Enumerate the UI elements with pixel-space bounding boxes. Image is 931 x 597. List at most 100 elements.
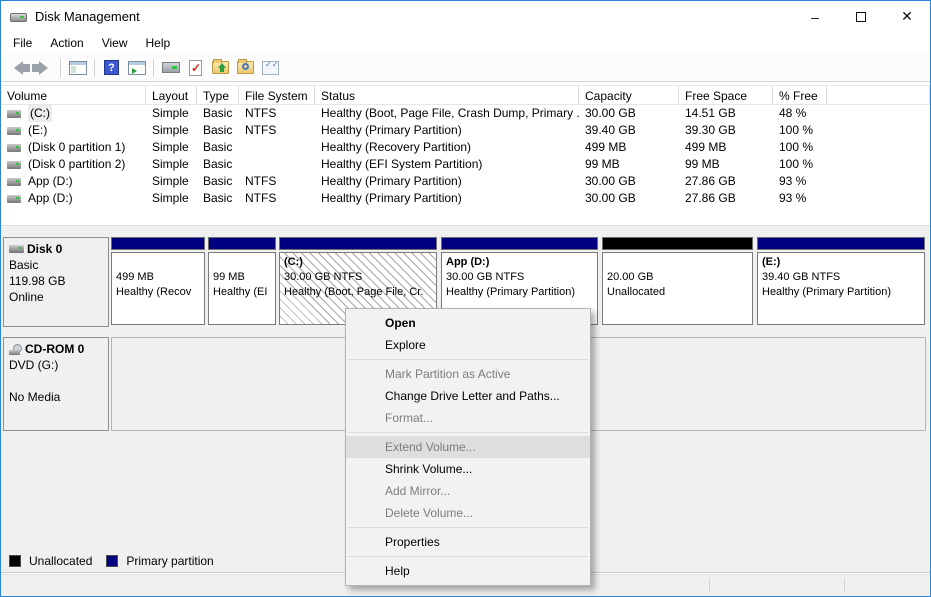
checklist-button[interactable]: ✓✓ — [258, 56, 283, 79]
disk-management-window: Disk Management – ✕ File Action View Hel… — [0, 0, 931, 597]
cell-free-space: 39.30 GB — [679, 122, 773, 139]
volume-name: App (D:) — [28, 173, 73, 190]
cell-layout: Simple — [146, 173, 197, 190]
cell-free-space: 27.86 GB — [679, 173, 773, 190]
action-pane-icon — [128, 61, 146, 75]
task-status-button[interactable] — [183, 56, 208, 79]
partition-title: (C:) — [284, 255, 432, 270]
legend-unallocated-label: Unallocated — [29, 554, 92, 568]
menu-file[interactable]: File — [4, 33, 41, 53]
pane-splitter[interactable] — [1, 225, 930, 233]
partition-size: 30.00 GB NTFS — [446, 270, 593, 285]
primary-partition-swatch — [106, 555, 118, 567]
cdrom-icon — [9, 344, 22, 355]
device-view-button[interactable] — [158, 56, 183, 79]
table-row[interactable]: App (D:) Simple Basic NTFS Healthy (Prim… — [1, 190, 930, 207]
help-icon: ? — [104, 60, 119, 75]
partition-size: 39.40 GB NTFS — [762, 270, 920, 285]
cell-status: Healthy (Boot, Page File, Crash Dump, Pr… — [315, 105, 579, 122]
disk0-status: Online — [9, 289, 103, 305]
cell-file-system — [239, 156, 315, 173]
cell-free-space: 99 MB — [679, 156, 773, 173]
partition-size: 499 MB — [116, 270, 200, 285]
column-header-free-space[interactable]: Free Space — [679, 86, 773, 104]
partition-recovery[interactable]: 499 MB Healthy (Recov — [111, 237, 205, 327]
volume-name: (Disk 0 partition 1) — [28, 139, 125, 156]
back-button[interactable] — [6, 56, 31, 79]
primary-partition-strip — [208, 237, 276, 250]
cell-file-system: NTFS — [239, 122, 315, 139]
console-tree-button[interactable] — [65, 56, 90, 79]
volume-name: (Disk 0 partition 2) — [28, 156, 125, 173]
column-header-file-system[interactable]: File System — [239, 86, 315, 104]
column-header-capacity[interactable]: Capacity — [579, 86, 679, 104]
cell-layout: Simple — [146, 190, 197, 207]
cell-type: Basic — [197, 105, 239, 122]
menu-item-delete-volume: Delete Volume... — [346, 502, 590, 524]
cell-capacity: 30.00 GB — [579, 105, 679, 122]
cell-capacity: 39.40 GB — [579, 122, 679, 139]
app-drive-icon — [10, 11, 27, 23]
menu-item-properties[interactable]: Properties — [346, 531, 590, 553]
cell-capacity: 30.00 GB — [579, 173, 679, 190]
table-row[interactable]: (Disk 0 partition 1) Simple Basic Health… — [1, 139, 930, 156]
folder-search-button[interactable] — [233, 56, 258, 79]
column-header-layout[interactable]: Layout — [146, 86, 197, 104]
cdrom-drive-letter: DVD (G:) — [9, 357, 103, 373]
forward-button[interactable] — [31, 56, 56, 79]
folder-search-icon — [237, 61, 254, 74]
title-bar: Disk Management – ✕ — [1, 1, 930, 32]
menu-view[interactable]: View — [93, 33, 137, 53]
primary-partition-strip — [111, 237, 205, 250]
menu-item-explore[interactable]: Explore — [346, 334, 590, 356]
column-header-pct-free[interactable]: % Free — [773, 86, 827, 104]
partition-title: (E:) — [762, 255, 920, 270]
partition-e[interactable]: (E:) 39.40 GB NTFS Healthy (Primary Part… — [757, 237, 925, 327]
help-button[interactable]: ? — [99, 56, 124, 79]
cell-type: Basic — [197, 139, 239, 156]
menu-item-add-mirror: Add Mirror... — [346, 480, 590, 502]
close-button[interactable]: ✕ — [884, 1, 930, 32]
column-header-volume[interactable]: Volume — [1, 86, 146, 104]
menu-item-open[interactable]: Open — [346, 312, 590, 334]
cell-status: Healthy (Primary Partition) — [315, 173, 579, 190]
menu-help[interactable]: Help — [137, 33, 180, 53]
menu-item-shrink-volume[interactable]: Shrink Volume... — [346, 458, 590, 480]
column-header-status[interactable]: Status — [315, 86, 579, 104]
cell-status: Healthy (EFI System Partition) — [315, 156, 579, 173]
cell-pct-free: 48 % — [773, 105, 827, 122]
column-header-type[interactable]: Type — [197, 86, 239, 104]
volume-icon — [7, 127, 21, 135]
menu-bar: File Action View Help — [1, 32, 930, 54]
volume-name: (C:) — [28, 105, 52, 122]
menu-action[interactable]: Action — [41, 33, 92, 53]
unallocated-strip — [602, 237, 753, 250]
volume-list: Volume Layout Type File System Status Ca… — [1, 85, 930, 207]
table-row[interactable]: (E:) Simple Basic NTFS Healthy (Primary … — [1, 122, 930, 139]
primary-partition-strip — [279, 237, 437, 250]
action-pane-button[interactable] — [124, 56, 149, 79]
cell-layout: Simple — [146, 105, 197, 122]
table-row[interactable]: (Disk 0 partition 2) Simple Basic Health… — [1, 156, 930, 173]
close-icon: ✕ — [901, 8, 913, 25]
disk0-size: 119.98 GB — [9, 273, 103, 289]
window-title: Disk Management — [35, 9, 140, 24]
folder-up-button[interactable] — [208, 56, 233, 79]
cell-pct-free: 93 % — [773, 173, 827, 190]
menu-item-help[interactable]: Help — [346, 560, 590, 582]
volume-icon — [7, 195, 21, 203]
minimize-button[interactable]: – — [792, 1, 838, 32]
maximize-button[interactable] — [838, 1, 884, 32]
partition-efi[interactable]: 99 MB Healthy (EI — [208, 237, 276, 327]
menu-item-change-drive-letter[interactable]: Change Drive Letter and Paths... — [346, 385, 590, 407]
disk-icon — [9, 245, 24, 253]
table-row[interactable]: (C:) Simple Basic NTFS Healthy (Boot, Pa… — [1, 105, 930, 122]
partition-unallocated[interactable]: 20.00 GB Unallocated — [602, 237, 753, 327]
table-row[interactable]: App (D:) Simple Basic NTFS Healthy (Prim… — [1, 173, 930, 190]
cell-layout: Simple — [146, 122, 197, 139]
cell-file-system: NTFS — [239, 173, 315, 190]
cell-type: Basic — [197, 122, 239, 139]
cdrom-info-panel[interactable]: CD-ROM 0 DVD (G:) No Media — [3, 337, 109, 431]
disk0-info-panel[interactable]: Disk 0 Basic 119.98 GB Online — [3, 237, 109, 327]
toolbar: ? ✓✓ — [1, 54, 930, 82]
